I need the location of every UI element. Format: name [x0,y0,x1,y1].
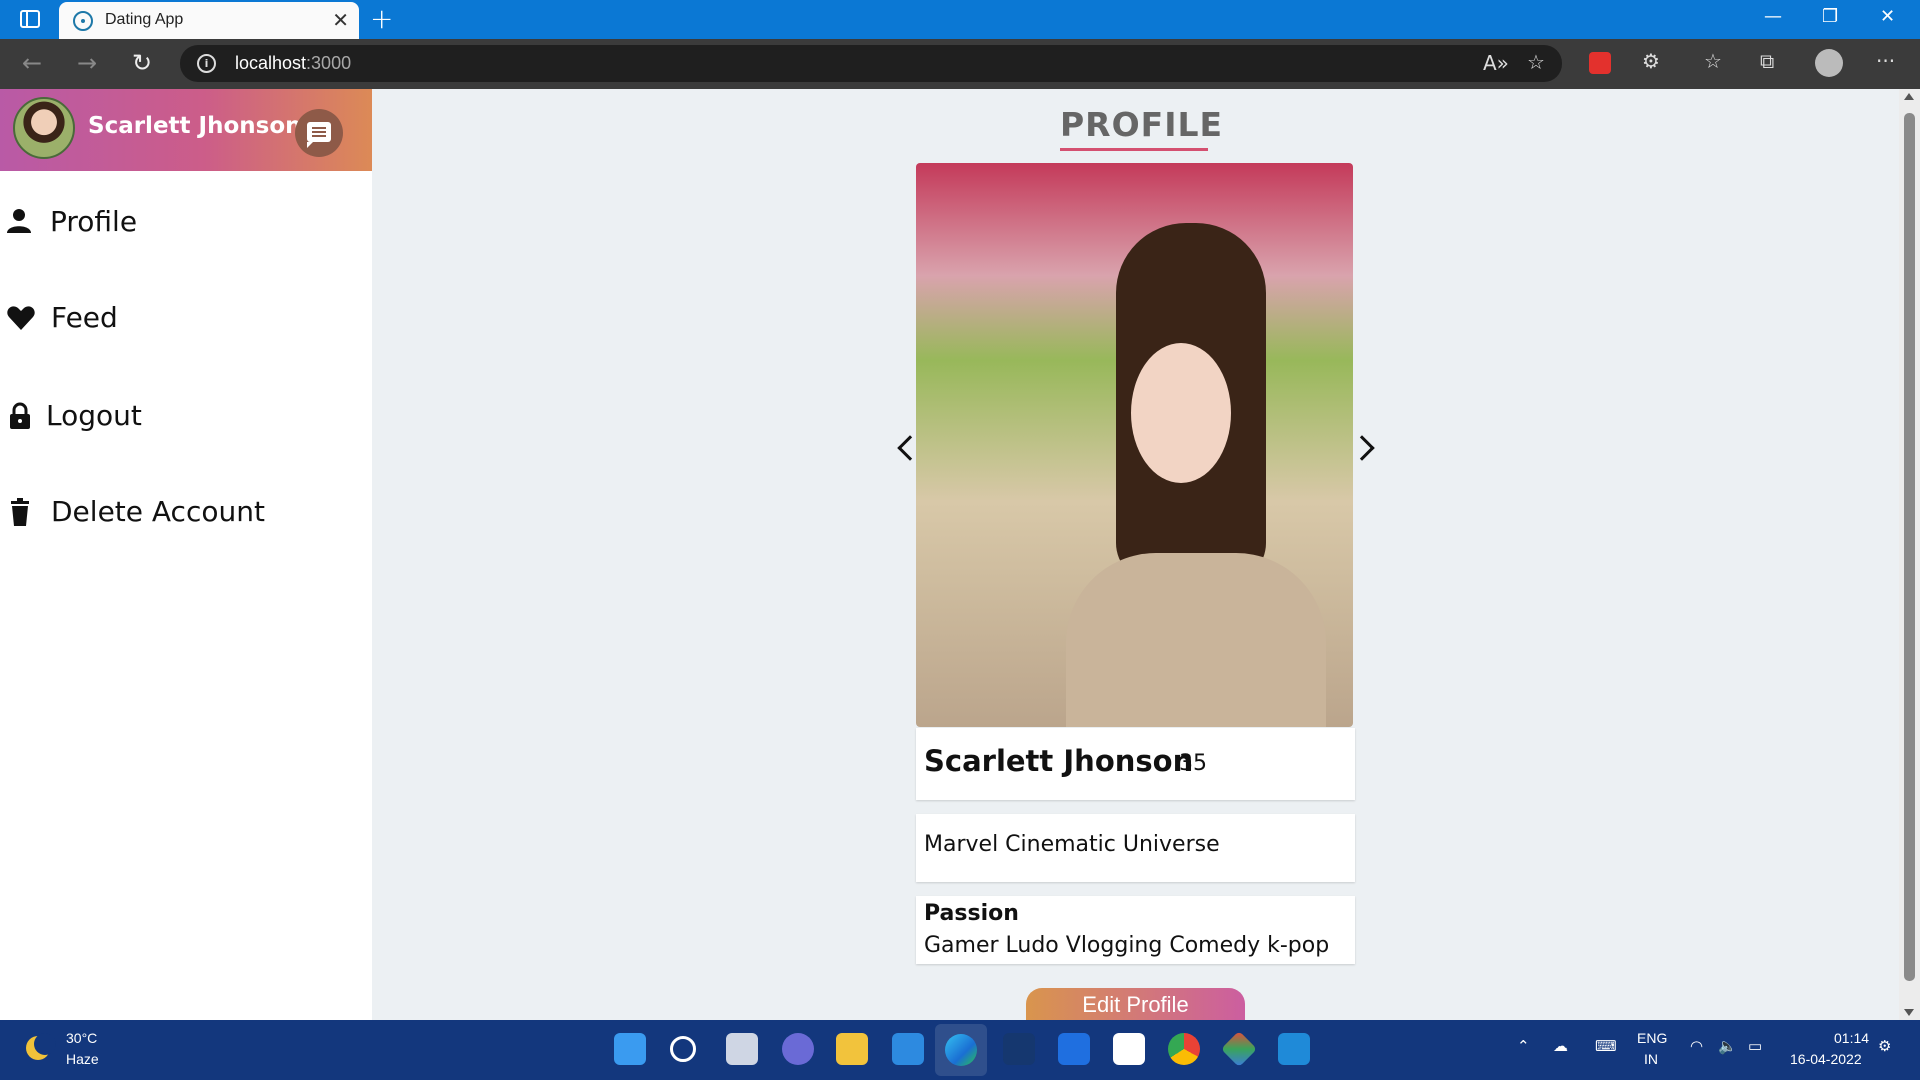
address-bar[interactable]: i localhost:3000 A» ☆ [180,45,1562,82]
vscode-icon[interactable] [1278,1033,1310,1065]
reload-button[interactable]: ↻ [132,49,152,77]
mail-icon[interactable] [892,1033,924,1065]
user-name: Scarlett Jhonson [88,113,302,139]
sidebar-item-label: Profile [50,205,138,238]
power-automate-icon[interactable] [1003,1033,1035,1065]
edge-icon [945,1034,977,1066]
new-tab-button[interactable]: + [370,2,393,35]
sidebar-item-feed[interactable]: Feed [0,293,372,343]
file-explorer-icon[interactable] [836,1033,868,1065]
read-aloud-icon[interactable]: A» [1483,51,1509,75]
minimize-button[interactable]: — [1764,6,1782,27]
sidebar-item-delete-account[interactable]: Delete Account [0,487,372,537]
language-code[interactable]: ENG [1637,1030,1667,1046]
weather-temperature[interactable]: 30°C [66,1030,97,1046]
more-menu-icon[interactable]: ··· [1876,49,1895,73]
passion-list: Gamer Ludo Vlogging Comedy k-pop [924,933,1330,958]
scroll-down-icon[interactable] [1904,1009,1914,1016]
sidebar-item-label: Delete Account [51,495,265,528]
browser-titlebar: Dating App ✕ + — ❐ ✕ [0,0,1920,39]
profile-avatar-icon[interactable] [1815,49,1843,77]
title-underline [1060,148,1208,151]
scroll-up-icon[interactable] [1904,93,1914,100]
restore-button[interactable]: ❐ [1822,6,1838,27]
profile-passion-card: Passion Gamer Ludo Vlogging Comedy k-pop [916,896,1355,964]
sidebar: Scarlett Jhonson Profile Feed Logout Del… [0,89,372,1020]
sidebar-item-label: Logout [46,399,142,432]
passion-label: Passion [924,901,1019,926]
back-button[interactable]: ← [22,49,42,77]
profile-about-card: Marvel Cinematic Universe [916,814,1355,882]
extension-icon[interactable] [1589,52,1611,74]
page-title: PROFILE [1060,105,1224,144]
person-icon [7,209,31,233]
browser-tab[interactable]: Dating App ✕ [59,2,359,39]
search-icon[interactable] [670,1036,696,1062]
taskbar: 30°C Haze ⌃ ☁ ⌨ ENG IN ◠ 🔈 ▭ 01:14 16-04… [0,1020,1920,1080]
tab-title: Dating App [105,11,184,28]
clock-date[interactable]: 16-04-2022 [1790,1051,1862,1067]
scroll-thumb[interactable] [1904,113,1915,981]
add-favorite-icon[interactable]: ☆ [1527,50,1545,74]
battery-icon[interactable]: ▭ [1748,1037,1762,1055]
chevron-up-icon[interactable]: ⌃ [1517,1037,1530,1055]
lock-icon [10,402,30,429]
sidebar-item-logout[interactable]: Logout [0,391,372,441]
user-avatar[interactable] [13,97,75,159]
profile-photo [916,163,1353,727]
task-view-icon[interactable] [726,1033,758,1065]
chat-icon [307,122,331,148]
onedrive-icon[interactable]: ☁ [1553,1037,1568,1055]
sidebar-item-profile[interactable]: Profile [0,197,372,247]
main-content: PROFILE Scarlett Jhonson 35 Marvel Cinem… [372,89,1900,1020]
close-window-button[interactable]: ✕ [1880,6,1895,27]
git-icon[interactable] [1220,1030,1258,1068]
forward-button[interactable]: → [77,49,97,77]
chrome-icon[interactable] [1168,1033,1200,1065]
close-tab-icon[interactable]: ✕ [332,8,349,32]
browser-toolbar: ← → ↻ i localhost:3000 A» ☆ ⚙ ☆ ⧉ ··· [0,39,1920,89]
moon-icon[interactable] [26,1033,56,1060]
react-favicon-icon [73,11,93,31]
clock-time[interactable]: 01:14 [1834,1030,1869,1046]
scrollbar[interactable] [1899,89,1920,1020]
language-region[interactable]: IN [1644,1051,1658,1067]
url-text[interactable]: localhost:3000 [235,53,351,74]
weather-description[interactable]: Haze [66,1051,99,1067]
teams-icon[interactable] [782,1033,814,1065]
chat-button[interactable] [295,109,343,157]
sidebar-item-label: Feed [51,301,118,334]
favorites-icon[interactable]: ☆ [1704,49,1722,73]
sidebar-header: Scarlett Jhonson [0,89,372,171]
collections-icon[interactable]: ⧉ [1760,49,1774,73]
start-icon[interactable] [614,1033,646,1065]
profile-name: Scarlett Jhonson [924,744,1194,778]
edit-profile-button[interactable]: Edit Profile [1026,988,1245,1020]
notification-icon[interactable]: ⚙ [1878,1037,1891,1055]
volume-icon[interactable]: 🔈 [1718,1037,1737,1055]
edge-taskbar-button[interactable] [935,1024,987,1076]
profile-age: 35 [1179,751,1207,776]
extensions-icon[interactable]: ⚙ [1642,49,1660,73]
amazon-icon[interactable] [1113,1033,1145,1065]
chevron-right-icon[interactable] [1349,435,1375,461]
profile-name-card: Scarlett Jhonson 35 [916,728,1355,800]
profile-about: Marvel Cinematic Universe [924,832,1220,857]
dropbox-icon[interactable] [1058,1033,1090,1065]
heart-icon [7,306,35,330]
tab-actions-icon[interactable] [20,10,40,28]
site-info-icon[interactable]: i [197,54,216,73]
keyboard-icon[interactable]: ⌨ [1595,1037,1617,1055]
trash-icon [11,498,29,526]
wifi-icon[interactable]: ◠ [1690,1037,1703,1055]
